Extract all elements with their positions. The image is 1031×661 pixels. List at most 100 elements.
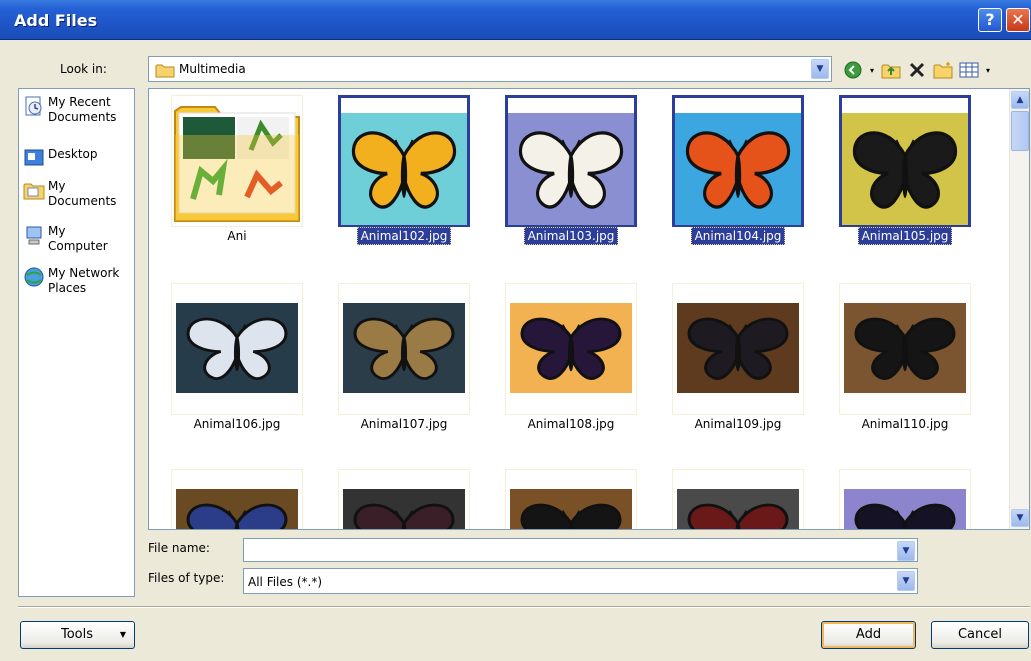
my-documents-icon (23, 183, 45, 200)
look-in-label: Look in: (60, 62, 107, 76)
butterfly-thumbnail (510, 489, 632, 529)
file-name-text: Animal105.jpg (857, 227, 953, 245)
file-name-label: File name: (148, 541, 210, 555)
file-item[interactable] (338, 469, 470, 529)
look-in-value: Multimedia (179, 62, 246, 76)
file-item[interactable] (672, 283, 804, 415)
divider (18, 606, 1030, 608)
file-name-text: Animal103.jpg (523, 227, 619, 245)
views-dropdown-icon[interactable]: ▾ (984, 59, 992, 81)
folder-icon (174, 106, 300, 222)
butterfly-thumbnail (508, 113, 634, 225)
title-bar: Add Files ? ✕ (0, 0, 1031, 40)
file-name-text: Animal107.jpg (360, 417, 448, 431)
place-desktop[interactable]: Desktop (23, 147, 98, 169)
file-item[interactable] (505, 95, 637, 227)
network-places-icon (24, 267, 44, 287)
file-item[interactable] (505, 283, 637, 415)
file-item[interactable] (338, 283, 470, 415)
file-name-text: Animal106.jpg (193, 417, 281, 431)
file-name-label[interactable]: Animal103.jpg (505, 227, 637, 245)
file-name-label[interactable]: Animal104.jpg (672, 227, 804, 245)
scroll-down-icon[interactable]: ▼ (1011, 509, 1029, 527)
place-my-documents[interactable]: My Documents (23, 179, 116, 209)
file-name-label[interactable]: Animal108.jpg (505, 417, 637, 431)
butterfly-thumbnail (677, 489, 799, 529)
chevron-down-icon: ▼ (119, 630, 126, 639)
file-name-text: Animal102.jpg (356, 227, 452, 245)
butterfly-thumbnail (842, 113, 968, 225)
files-of-type-value: All Files (*.*) (248, 575, 323, 589)
file-item[interactable] (672, 469, 804, 529)
help-button[interactable]: ? (978, 8, 1002, 32)
places-bar: My Recent Documents Desktop My Documents… (18, 88, 135, 597)
file-name-label[interactable]: Animal105.jpg (839, 227, 971, 245)
file-name-label[interactable]: Animal107.jpg (338, 417, 470, 431)
scroll-up-icon[interactable]: ▲ (1011, 91, 1029, 109)
scroll-thumb[interactable] (1011, 111, 1029, 151)
place-label: My Recent Documents (48, 95, 117, 124)
window-title: Add Files (14, 11, 98, 30)
place-label: Desktop (48, 147, 98, 161)
place-label: My Computer (48, 224, 108, 253)
views-icon[interactable] (958, 59, 980, 81)
delete-icon[interactable] (906, 59, 928, 81)
butterfly-thumbnail (176, 303, 298, 393)
butterfly-thumbnail (844, 489, 966, 529)
my-computer-icon (26, 226, 42, 245)
chevron-down-icon[interactable]: ▼ (897, 541, 915, 561)
file-name-label[interactable]: Ani (171, 229, 303, 243)
butterfly-thumbnail (677, 303, 799, 393)
butterfly-thumbnail (343, 303, 465, 393)
file-name-label[interactable]: Animal109.jpg (672, 417, 804, 431)
file-item[interactable] (505, 469, 637, 529)
file-name-label[interactable]: Animal106.jpg (171, 417, 303, 431)
file-item[interactable] (338, 95, 470, 227)
back-icon[interactable] (842, 59, 864, 81)
tools-button[interactable]: Tools ▼ (20, 621, 135, 649)
file-list[interactable]: Ani Animal102.jpg Animal103.jpg Animal104.j… (148, 88, 1030, 530)
close-button[interactable]: ✕ (1006, 8, 1030, 32)
back-dropdown-icon[interactable]: ▾ (868, 59, 876, 81)
chevron-down-icon[interactable]: ▼ (811, 59, 829, 79)
file-name-text: Animal104.jpg (690, 227, 786, 245)
file-item[interactable] (672, 95, 804, 227)
place-label: My Network Places (48, 266, 120, 295)
file-item[interactable] (839, 469, 971, 529)
place-my-recent-documents[interactable]: My Recent Documents (23, 95, 116, 125)
file-name-text: Animal108.jpg (527, 417, 615, 431)
look-in-combo[interactable]: Multimedia ▼ (148, 56, 832, 82)
file-item[interactable] (171, 469, 303, 529)
up-folder-icon[interactable] (880, 59, 902, 81)
place-my-network-places[interactable]: My Network Places (23, 266, 119, 296)
butterfly-thumbnail (675, 113, 801, 225)
file-name-label[interactable]: Animal102.jpg (338, 227, 470, 245)
add-button[interactable]: Add (821, 621, 916, 649)
folder-icon (155, 64, 175, 78)
files-of-type-label: Files of type: (148, 571, 225, 585)
butterfly-thumbnail (176, 489, 298, 529)
butterfly-thumbnail (343, 489, 465, 529)
file-name-text: Animal109.jpg (694, 417, 782, 431)
desktop-icon (24, 149, 44, 166)
file-item[interactable] (839, 95, 971, 227)
chevron-down-icon[interactable]: ▼ (897, 571, 915, 591)
new-folder-icon[interactable] (932, 59, 954, 81)
file-name-label[interactable]: Animal110.jpg (839, 417, 971, 431)
files-of-type-select[interactable]: All Files (*.*) ▼ (243, 568, 918, 594)
file-item[interactable] (839, 283, 971, 415)
toolbar: ▾ ▾ (842, 58, 992, 82)
file-name-text: Ani (227, 229, 247, 243)
butterfly-thumbnail (341, 113, 467, 225)
tools-button-label: Tools (61, 627, 94, 642)
butterfly-thumbnail (844, 303, 966, 393)
cancel-button[interactable]: Cancel (931, 621, 1029, 649)
vertical-scrollbar[interactable]: ▲ ▼ (1009, 89, 1029, 529)
place-my-computer[interactable]: My Computer (23, 224, 108, 254)
folder-item[interactable] (171, 95, 303, 227)
file-item[interactable] (171, 283, 303, 415)
file-name-field[interactable]: ▼ (243, 538, 918, 562)
butterfly-thumbnail (510, 303, 632, 393)
file-name-text: Animal110.jpg (861, 417, 949, 431)
place-label: My Documents (48, 179, 117, 208)
